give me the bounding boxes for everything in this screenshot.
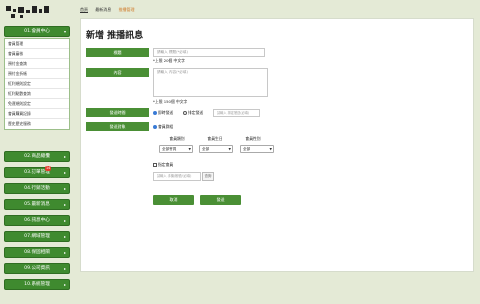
radio-send-now-label: 即時發送 [158,110,174,115]
chevron-right-icon: ▸ [63,202,66,207]
menu-label: 04.行銷活動 [24,186,50,191]
menu-domain[interactable]: 07.網域管理 ▸ [4,231,70,242]
chevron-right-icon: ▸ [63,170,66,175]
radio-member-group-label: 會員群組 [158,124,174,129]
scheduled-time-input[interactable]: 請輸入 排定發送(必填) [213,109,260,117]
submenu-item-prepaid-settle[interactable]: 預付金折帳 [5,69,69,79]
member-birthday-select[interactable]: 全部 ▼ [199,145,233,153]
menu-label: 05.最新消息 [24,202,50,207]
select-value: 全部 [202,147,210,151]
radio-checked-icon [153,125,157,129]
member-category-select[interactable]: 全部會員 ▼ [159,145,193,153]
page-title: 新增 推播訊息 [86,31,144,41]
submenu-item-member-management[interactable]: 會員管理 [5,39,69,49]
chevron-right-icon: ▸ [63,282,66,287]
title-label: 標題 [86,48,149,57]
breadcrumb-section[interactable]: 最新消息 [95,7,111,12]
menu-label: 10.系統管理 [24,282,50,287]
cancel-button[interactable]: 取消 [153,195,194,205]
submenu-item-bonus-query[interactable]: 紅利點數查詢 [5,89,69,99]
chevron-down-icon: ▼ [228,147,231,151]
menu-warranty[interactable]: 08.保固相關 ▸ [4,247,70,258]
send-target-label: 發送對象 [86,122,149,131]
breadcrumb-current: 推播管理 [118,7,135,12]
chevron-right-icon: ▸ [63,250,66,255]
content-textarea[interactable]: 請輸入 內容(*必填) [153,68,268,97]
send-button[interactable]: 發送 [200,195,241,205]
content-label: 內容 [86,68,149,77]
radio-icon [183,111,187,115]
menu-label: 07.網域管理 [24,234,50,239]
radio-send-scheduled-label: 排定發送 [188,110,204,115]
submenu-item-shipping-rules[interactable]: 免運規則設定 [5,99,69,109]
menu-news[interactable]: 05.最新消息 ▸ [4,199,70,210]
member-birthday-heading: 會員生日 [207,136,223,141]
menu-label: 06.訊息中心 [24,218,50,223]
member-gender-heading: 會員性別 [245,136,261,141]
chevron-down-icon: ▼ [269,147,272,151]
checkbox-icon [153,163,157,167]
select-value: 全部 [243,147,251,151]
member-category-heading: 會員類別 [169,136,185,141]
submenu-item-purchase-history[interactable]: 會員購買記錄 [5,109,69,119]
logo [6,5,58,21]
checkbox-specific-member-label: 指定會員 [158,162,174,167]
chevron-down-icon: ▼ [188,147,191,151]
menu-member-center[interactable]: 01.會員中心 ▾ [4,26,70,37]
send-time-label: 發送時間 [86,108,149,117]
title-input[interactable]: 請輸入 標題(*必填) [153,48,265,57]
submenu-item-service-history[interactable]: 歷史歷史服務 [5,119,69,129]
member-gender-select[interactable]: 全部 ▼ [240,145,274,153]
radio-checked-icon [153,111,157,115]
menu-messages[interactable]: 06.訊息中心 ▸ [4,215,70,226]
menu-label: 09.公司資訊 [24,266,50,271]
submenu-item-bonus-rules[interactable]: 紅利規則設定 [5,79,69,89]
submenu: 會員管理 會員審核 預付金查詢 預付金折帳 紅利規則設定 紅利點數查詢 免運規則… [4,38,70,130]
member-search-input[interactable]: 請輸入 手機/帳號/(必填) [153,172,201,181]
menu-orders[interactable]: 03.訂單管理 14 ▸ [4,166,70,178]
chevron-right-icon: ▸ [63,266,66,271]
menu-label: 01.會員中心 [24,29,50,34]
menu-label: 08.保固相關 [24,250,50,255]
sidebar: 01.會員中心 ▾ 會員管理 會員審核 預付金查詢 預付金折帳 紅利規則設定 紅利… [0,0,74,304]
radio-send-scheduled[interactable]: 排定發送 [183,110,203,116]
chevron-down-icon: ▾ [63,29,66,34]
submenu-item-prepaid-query[interactable]: 預付金查詢 [5,59,69,69]
content-hint: *上限 150個 中文字 [153,99,188,104]
menu-marketing[interactable]: 04.行銷活動 ▸ [4,183,70,194]
title-hint: *上限 20個 中文字 [153,58,185,63]
menu-company[interactable]: 09.公司資訊 ▸ [4,263,70,274]
menu-label: 02.商品總攬 [24,154,50,159]
chevron-right-icon: ▸ [63,234,66,239]
select-value: 全部會員 [162,147,177,151]
menu-system[interactable]: 10.系統管理 ▸ [4,279,70,290]
chevron-right-icon: ▸ [63,154,66,159]
submenu-item-member-review[interactable]: 會員審核 [5,49,69,59]
chevron-right-icon: ▸ [63,186,66,191]
breadcrumb: 首頁 最新消息 推播管理 [80,6,141,14]
breadcrumb-home[interactable]: 首頁 [80,7,88,12]
chevron-right-icon: ▸ [63,218,66,223]
menu-products[interactable]: 02.商品總攬 ▸ [4,151,70,162]
notification-badge: 14 [45,166,52,171]
member-search-button[interactable]: 查詢 [202,172,214,181]
radio-send-now[interactable]: 即時發送 [153,110,173,116]
radio-member-group[interactable]: 會員群組 [153,124,173,130]
checkbox-specific-member[interactable]: 指定會員 [153,162,173,168]
